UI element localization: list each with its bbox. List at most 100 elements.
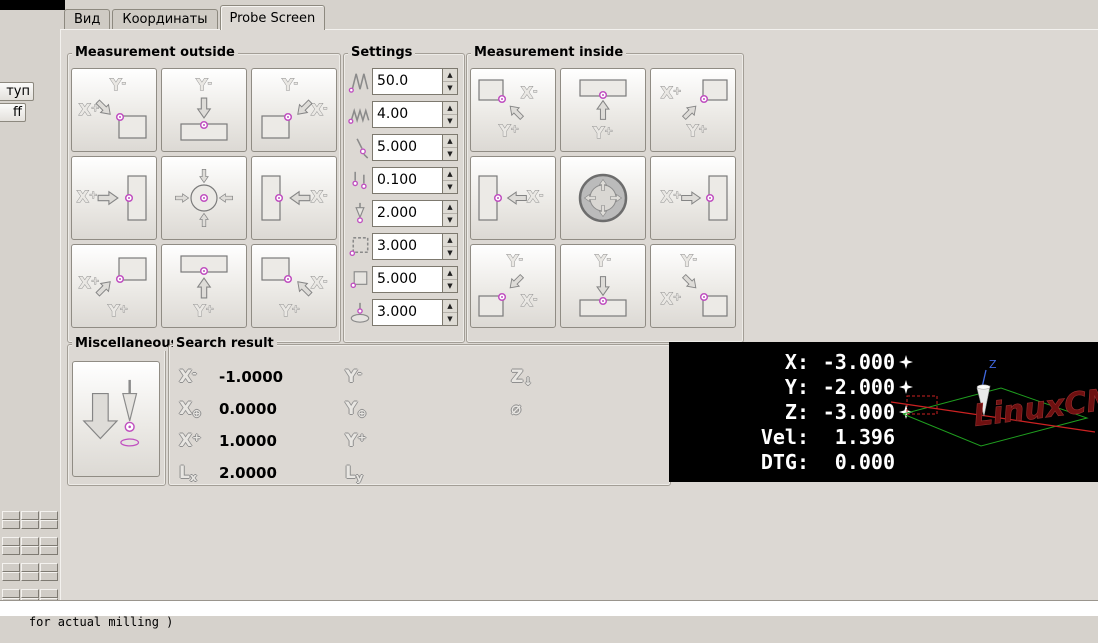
group-title-search: Search result — [173, 336, 277, 351]
setting-value-input[interactable]: 5.000 — [373, 267, 442, 292]
dro-axis-value: 1.396 — [834, 424, 895, 449]
in-edge-n-icon: Y+ — [579, 79, 627, 142]
dro-axis-label: X: — [784, 349, 809, 374]
svg-text:X+: X+ — [661, 187, 682, 206]
mini-tile — [21, 572, 39, 581]
setting-row: 5.000 ▲ ▼ — [348, 134, 458, 161]
probe-button-in-edge-n[interactable]: Y+ — [560, 68, 646, 152]
dro-row: Vel: 1.396 — [669, 424, 921, 449]
probe-button-in-edge-e[interactable]: X+ — [650, 156, 736, 240]
probe-button-in-corner-sw[interactable]: Y- X- — [470, 244, 556, 328]
probe-down-button[interactable] — [72, 361, 160, 477]
probe-button-in-corner-ne[interactable]: X+ Y+ — [650, 68, 736, 152]
spin-up-button[interactable]: ▲ — [443, 69, 457, 82]
result-value: 1.0000 — [219, 432, 277, 450]
probe-button-out-edge-w[interactable]: X- — [251, 156, 337, 240]
probe-button-out-edge-e[interactable]: X+ — [71, 156, 157, 240]
tab-2[interactable]: Координаты — [112, 9, 218, 30]
tab-bar: Вид Координаты Probe Screen — [64, 5, 326, 30]
probe-button-out-edge-n[interactable]: Y+ — [161, 244, 247, 328]
notebook-page: Measurement outside Y- X+ Y- Y- X- X+ X- X+ Y+ Y+… — [60, 29, 1098, 601]
spin-down-button[interactable]: ▼ — [443, 82, 457, 94]
mini-tile — [2, 546, 20, 555]
spin-up-button[interactable]: ▲ — [443, 234, 457, 247]
probe-cylinder-icon — [350, 302, 370, 323]
probe-button-out-corner-se[interactable]: Y- X+ — [71, 68, 157, 152]
spin-down-button[interactable]: ▼ — [443, 247, 457, 259]
spin-down-button[interactable]: ▼ — [443, 280, 457, 292]
zigzag-slow-icon — [348, 107, 370, 124]
svg-text:X-: X- — [311, 273, 328, 292]
dro-panel: X: -3.000 Y: -2.000 Z: -3.000 Vel: 1.396 DTG: 0.0… — [669, 342, 1098, 482]
sidebar-button-off[interactable]: ff — [0, 103, 26, 122]
setting-value-input[interactable]: 4.00 — [373, 102, 442, 127]
spin-up-button[interactable]: ▲ — [443, 300, 457, 313]
setting-value-input[interactable]: 2.000 — [373, 201, 442, 226]
in-corner-nw-icon: X-Y+ — [478, 79, 538, 140]
mini-tile — [2, 520, 20, 529]
result-label: X⊕ — [179, 399, 202, 420]
spin-up-button[interactable]: ▲ — [443, 135, 457, 148]
spin-up-button[interactable]: ▲ — [443, 201, 457, 214]
group-title-misc: Miscellaneous — [72, 336, 182, 351]
spin-down-button[interactable]: ▼ — [443, 181, 457, 193]
probe-button-out-center[interactable] — [161, 156, 247, 240]
in-corner-ne-icon: X+Y+ — [660, 79, 728, 140]
svg-text:X-: X- — [311, 187, 328, 206]
probe-button-in-corner-nw[interactable]: X- Y+ — [470, 68, 556, 152]
spin-up-button[interactable]: ▲ — [443, 102, 457, 115]
setting-value-input[interactable]: 5.000 — [373, 135, 442, 160]
out-edge-s-icon: Y- — [180, 75, 228, 141]
result-label: Y⊕ — [345, 399, 367, 420]
probe-button-in-center[interactable] — [560, 156, 646, 240]
probe-button-out-corner-sw[interactable]: Y- X- — [251, 68, 337, 152]
mini-tile — [2, 572, 20, 581]
mini-tile — [40, 589, 58, 598]
dro-row: Z: -3.000 — [669, 399, 921, 424]
probe-upright-icon — [355, 202, 365, 224]
group-title-settings: Settings — [348, 45, 416, 60]
setting-spinbox: 4.00 ▲ ▼ — [372, 101, 458, 128]
setting-row: 5.000 ▲ ▼ — [348, 266, 458, 293]
setting-spinbox: 50.0 ▲ ▼ — [372, 68, 458, 95]
group-settings: Settings 50.0 ▲ ▼ 4.00 ▲ ▼ 5.000 ▲ ▼ 0.100 ▲ ▼ 2.000… — [343, 45, 465, 343]
setting-spinbox: 2.000 ▲ ▼ — [372, 200, 458, 227]
search-row: ⌀ — [511, 393, 631, 425]
spin-down-button[interactable]: ▼ — [443, 148, 457, 160]
setting-row: 0.100 ▲ ▼ — [348, 167, 458, 194]
spin-up-button[interactable]: ▲ — [443, 267, 457, 280]
mini-tile — [21, 520, 39, 529]
setting-value-input[interactable]: 50.0 — [373, 69, 442, 94]
probe-button-out-corner-ne[interactable]: X+ Y+ — [71, 244, 157, 328]
spin-down-button[interactable]: ▼ — [443, 313, 457, 325]
outside-grid: Y- X+ Y- Y- X- X+ X- X+ Y+ Y+ X- Y+ — [71, 68, 337, 328]
spin-down-button[interactable]: ▼ — [443, 214, 457, 226]
search-row: X+ 1.0000 — [179, 425, 345, 457]
preview-3d: Z LinuxCNC — [890, 358, 1098, 447]
setting-value-input[interactable]: 3.000 — [373, 300, 442, 325]
spin-up-button[interactable]: ▲ — [443, 168, 457, 181]
setting-spinbox: 0.100 ▲ ▼ — [372, 167, 458, 194]
setting-value-input[interactable]: 0.100 — [373, 168, 442, 193]
probe-button-in-corner-se[interactable]: Y- X+ — [650, 244, 736, 328]
setting-spinbox: 3.000 ▲ ▼ — [372, 299, 458, 326]
probe-button-out-corner-nw[interactable]: X- Y+ — [251, 244, 337, 328]
result-label: Lx — [179, 463, 197, 484]
tab-1[interactable]: Вид — [64, 9, 111, 30]
probe-button-out-edge-s[interactable]: Y- — [161, 68, 247, 152]
setting-value-input[interactable]: 3.000 — [373, 234, 442, 259]
result-label: Y+ — [345, 431, 367, 451]
probe-down-icon — [82, 379, 140, 447]
search-column: X- -1.0000 X⊕ 0.0000 X+ 1.0000 Lx 2.0000 — [179, 361, 345, 489]
spin-down-button[interactable]: ▼ — [443, 115, 457, 127]
result-label: Z↓ — [511, 367, 533, 388]
in-corner-sw-icon: Y- X- — [478, 251, 538, 317]
mini-tile — [40, 563, 58, 572]
sidebar-button-top[interactable]: туп — [0, 82, 34, 101]
tab-3[interactable]: Probe Screen — [219, 5, 326, 30]
dro-axis-value: -3.000 — [822, 349, 895, 374]
mini-tile — [21, 546, 39, 555]
setting-spinbox: 5.000 ▲ ▼ — [372, 134, 458, 161]
probe-button-in-edge-s[interactable]: Y- — [560, 244, 646, 328]
probe-button-in-edge-w[interactable]: X- — [470, 156, 556, 240]
